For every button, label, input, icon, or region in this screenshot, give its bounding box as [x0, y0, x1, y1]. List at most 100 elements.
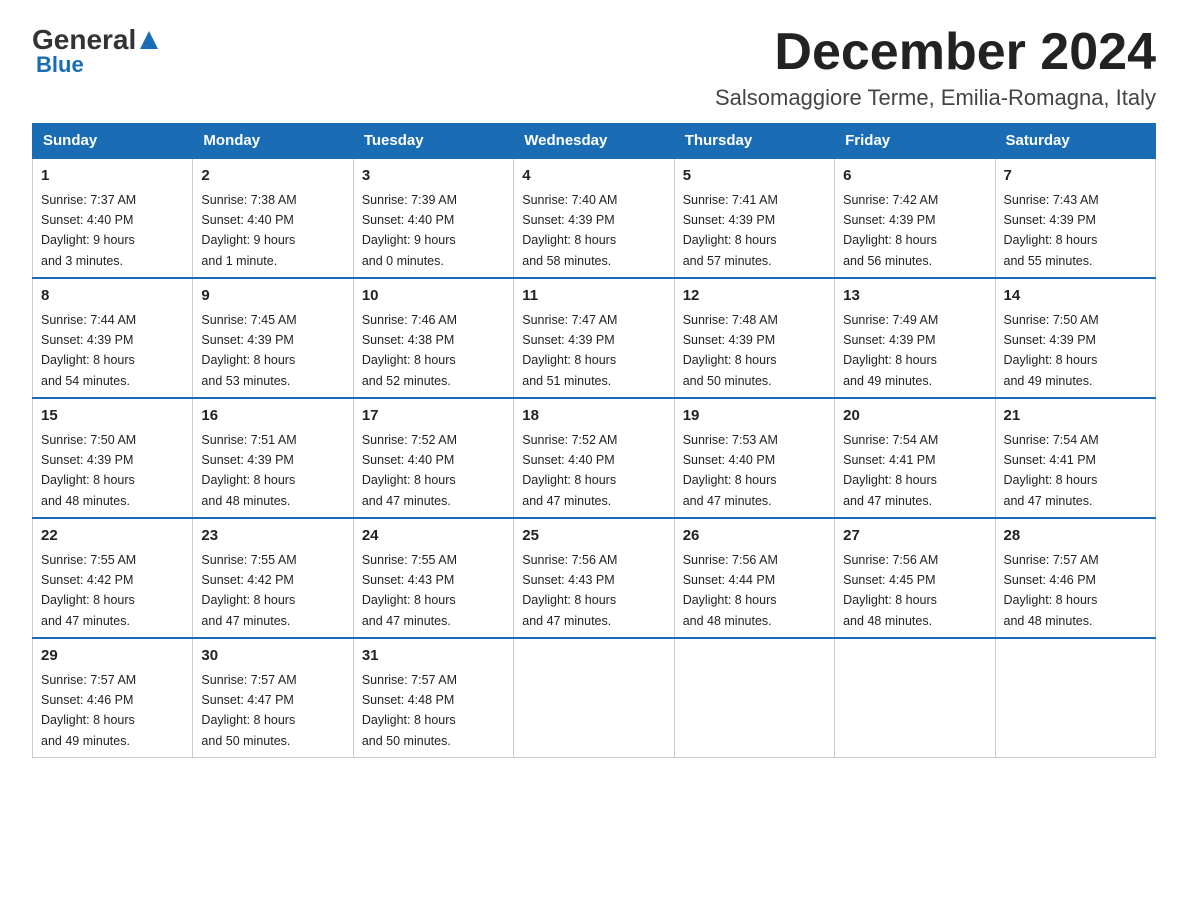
day-info: Sunrise: 7:57 AMSunset: 4:48 PMDaylight:…: [362, 673, 457, 748]
calendar-week-row: 1 Sunrise: 7:37 AMSunset: 4:40 PMDayligh…: [33, 158, 1156, 278]
day-number: 30: [201, 645, 344, 668]
day-info: Sunrise: 7:52 AMSunset: 4:40 PMDaylight:…: [522, 433, 617, 508]
calendar-cell: 16 Sunrise: 7:51 AMSunset: 4:39 PMDaylig…: [193, 398, 353, 518]
calendar-cell: 1 Sunrise: 7:37 AMSunset: 4:40 PMDayligh…: [33, 158, 193, 278]
day-info: Sunrise: 7:57 AMSunset: 4:47 PMDaylight:…: [201, 673, 296, 748]
calendar-cell: 22 Sunrise: 7:55 AMSunset: 4:42 PMDaylig…: [33, 518, 193, 638]
calendar-cell: [995, 638, 1155, 758]
day-info: Sunrise: 7:51 AMSunset: 4:39 PMDaylight:…: [201, 433, 296, 508]
logo: General Blue: [32, 24, 160, 78]
day-number: 8: [41, 285, 184, 308]
calendar-cell: 14 Sunrise: 7:50 AMSunset: 4:39 PMDaylig…: [995, 278, 1155, 398]
calendar-cell: 15 Sunrise: 7:50 AMSunset: 4:39 PMDaylig…: [33, 398, 193, 518]
day-number: 2: [201, 165, 344, 188]
day-info: Sunrise: 7:48 AMSunset: 4:39 PMDaylight:…: [683, 313, 778, 388]
calendar-cell: 27 Sunrise: 7:56 AMSunset: 4:45 PMDaylig…: [835, 518, 995, 638]
calendar-cell: 31 Sunrise: 7:57 AMSunset: 4:48 PMDaylig…: [353, 638, 513, 758]
col-header-tuesday: Tuesday: [353, 124, 513, 159]
calendar-cell: 24 Sunrise: 7:55 AMSunset: 4:43 PMDaylig…: [353, 518, 513, 638]
day-number: 21: [1004, 405, 1147, 428]
day-number: 16: [201, 405, 344, 428]
day-info: Sunrise: 7:44 AMSunset: 4:39 PMDaylight:…: [41, 313, 136, 388]
calendar-cell: [514, 638, 674, 758]
day-info: Sunrise: 7:56 AMSunset: 4:44 PMDaylight:…: [683, 553, 778, 628]
calendar-cell: 6 Sunrise: 7:42 AMSunset: 4:39 PMDayligh…: [835, 158, 995, 278]
calendar-table: SundayMondayTuesdayWednesdayThursdayFrid…: [32, 123, 1156, 758]
day-info: Sunrise: 7:42 AMSunset: 4:39 PMDaylight:…: [843, 193, 938, 268]
calendar-cell: 21 Sunrise: 7:54 AMSunset: 4:41 PMDaylig…: [995, 398, 1155, 518]
day-info: Sunrise: 7:56 AMSunset: 4:45 PMDaylight:…: [843, 553, 938, 628]
day-info: Sunrise: 7:37 AMSunset: 4:40 PMDaylight:…: [41, 193, 136, 268]
calendar-header-row: SundayMondayTuesdayWednesdayThursdayFrid…: [33, 124, 1156, 159]
day-info: Sunrise: 7:50 AMSunset: 4:39 PMDaylight:…: [41, 433, 136, 508]
day-info: Sunrise: 7:41 AMSunset: 4:39 PMDaylight:…: [683, 193, 778, 268]
calendar-cell: 9 Sunrise: 7:45 AMSunset: 4:39 PMDayligh…: [193, 278, 353, 398]
day-info: Sunrise: 7:57 AMSunset: 4:46 PMDaylight:…: [41, 673, 136, 748]
day-info: Sunrise: 7:54 AMSunset: 4:41 PMDaylight:…: [843, 433, 938, 508]
calendar-cell: 18 Sunrise: 7:52 AMSunset: 4:40 PMDaylig…: [514, 398, 674, 518]
calendar-cell: 12 Sunrise: 7:48 AMSunset: 4:39 PMDaylig…: [674, 278, 834, 398]
day-number: 29: [41, 645, 184, 668]
calendar-week-row: 22 Sunrise: 7:55 AMSunset: 4:42 PMDaylig…: [33, 518, 1156, 638]
day-info: Sunrise: 7:47 AMSunset: 4:39 PMDaylight:…: [522, 313, 617, 388]
day-info: Sunrise: 7:50 AMSunset: 4:39 PMDaylight:…: [1004, 313, 1099, 388]
calendar-week-row: 15 Sunrise: 7:50 AMSunset: 4:39 PMDaylig…: [33, 398, 1156, 518]
calendar-cell: 30 Sunrise: 7:57 AMSunset: 4:47 PMDaylig…: [193, 638, 353, 758]
day-number: 28: [1004, 525, 1147, 548]
calendar-cell: 23 Sunrise: 7:55 AMSunset: 4:42 PMDaylig…: [193, 518, 353, 638]
calendar-cell: 8 Sunrise: 7:44 AMSunset: 4:39 PMDayligh…: [33, 278, 193, 398]
calendar-cell: 19 Sunrise: 7:53 AMSunset: 4:40 PMDaylig…: [674, 398, 834, 518]
day-number: 12: [683, 285, 826, 308]
calendar-cell: 25 Sunrise: 7:56 AMSunset: 4:43 PMDaylig…: [514, 518, 674, 638]
day-number: 6: [843, 165, 986, 188]
day-info: Sunrise: 7:55 AMSunset: 4:42 PMDaylight:…: [41, 553, 136, 628]
calendar-cell: 3 Sunrise: 7:39 AMSunset: 4:40 PMDayligh…: [353, 158, 513, 278]
calendar-week-row: 8 Sunrise: 7:44 AMSunset: 4:39 PMDayligh…: [33, 278, 1156, 398]
day-number: 9: [201, 285, 344, 308]
day-info: Sunrise: 7:43 AMSunset: 4:39 PMDaylight:…: [1004, 193, 1099, 268]
col-header-saturday: Saturday: [995, 124, 1155, 159]
day-number: 10: [362, 285, 505, 308]
col-header-sunday: Sunday: [33, 124, 193, 159]
day-info: Sunrise: 7:46 AMSunset: 4:38 PMDaylight:…: [362, 313, 457, 388]
calendar-cell: 7 Sunrise: 7:43 AMSunset: 4:39 PMDayligh…: [995, 158, 1155, 278]
day-info: Sunrise: 7:55 AMSunset: 4:42 PMDaylight:…: [201, 553, 296, 628]
day-info: Sunrise: 7:49 AMSunset: 4:39 PMDaylight:…: [843, 313, 938, 388]
calendar-cell: [835, 638, 995, 758]
calendar-week-row: 29 Sunrise: 7:57 AMSunset: 4:46 PMDaylig…: [33, 638, 1156, 758]
calendar-cell: 11 Sunrise: 7:47 AMSunset: 4:39 PMDaylig…: [514, 278, 674, 398]
day-info: Sunrise: 7:39 AMSunset: 4:40 PMDaylight:…: [362, 193, 457, 268]
location-title: Salsomaggiore Terme, Emilia-Romagna, Ita…: [715, 85, 1156, 111]
col-header-wednesday: Wednesday: [514, 124, 674, 159]
calendar-cell: 29 Sunrise: 7:57 AMSunset: 4:46 PMDaylig…: [33, 638, 193, 758]
day-number: 26: [683, 525, 826, 548]
calendar-cell: 13 Sunrise: 7:49 AMSunset: 4:39 PMDaylig…: [835, 278, 995, 398]
calendar-cell: 4 Sunrise: 7:40 AMSunset: 4:39 PMDayligh…: [514, 158, 674, 278]
day-info: Sunrise: 7:54 AMSunset: 4:41 PMDaylight:…: [1004, 433, 1099, 508]
day-number: 7: [1004, 165, 1147, 188]
day-info: Sunrise: 7:52 AMSunset: 4:40 PMDaylight:…: [362, 433, 457, 508]
day-number: 13: [843, 285, 986, 308]
day-info: Sunrise: 7:55 AMSunset: 4:43 PMDaylight:…: [362, 553, 457, 628]
day-number: 14: [1004, 285, 1147, 308]
day-number: 25: [522, 525, 665, 548]
day-number: 20: [843, 405, 986, 428]
page-header: General Blue December 2024 Salsomaggiore…: [32, 24, 1156, 111]
day-number: 24: [362, 525, 505, 548]
day-info: Sunrise: 7:38 AMSunset: 4:40 PMDaylight:…: [201, 193, 296, 268]
day-number: 23: [201, 525, 344, 548]
logo-triangle-icon: [138, 29, 160, 51]
day-number: 31: [362, 645, 505, 668]
calendar-cell: [674, 638, 834, 758]
day-number: 4: [522, 165, 665, 188]
title-area: December 2024 Salsomaggiore Terme, Emili…: [715, 24, 1156, 111]
day-number: 11: [522, 285, 665, 308]
day-number: 17: [362, 405, 505, 428]
col-header-friday: Friday: [835, 124, 995, 159]
day-info: Sunrise: 7:56 AMSunset: 4:43 PMDaylight:…: [522, 553, 617, 628]
calendar-cell: 17 Sunrise: 7:52 AMSunset: 4:40 PMDaylig…: [353, 398, 513, 518]
calendar-cell: 28 Sunrise: 7:57 AMSunset: 4:46 PMDaylig…: [995, 518, 1155, 638]
day-number: 19: [683, 405, 826, 428]
day-number: 5: [683, 165, 826, 188]
calendar-cell: 26 Sunrise: 7:56 AMSunset: 4:44 PMDaylig…: [674, 518, 834, 638]
